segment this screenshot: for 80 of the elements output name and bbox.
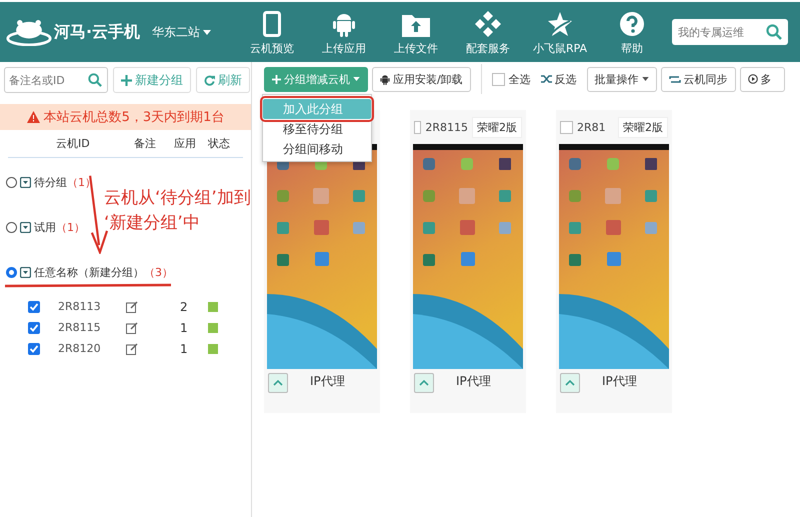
group-name[interactable]: 任意名称（新建分组）（3） — [34, 264, 173, 280]
plus-icon — [272, 74, 281, 84]
diamonds-icon — [475, 11, 501, 37]
model-tag: 荣曜2版 — [618, 116, 668, 138]
install-button[interactable]: 应用安装/卸载 — [372, 66, 471, 92]
column-header: 云机ID — [56, 136, 91, 151]
android-icon — [332, 11, 356, 37]
caret-icon — [642, 77, 649, 81]
column-header: 状态 — [208, 136, 230, 151]
app-count: 1 — [180, 342, 189, 356]
shuffle-icon — [540, 74, 553, 84]
group-name[interactable]: 待分组（1） — [34, 174, 96, 190]
warning-icon — [26, 111, 40, 123]
checkbox[interactable] — [28, 322, 40, 334]
column-header: 备注 — [134, 136, 157, 151]
caret-icon — [353, 77, 360, 81]
search-icon — [766, 24, 782, 40]
radio-button[interactable] — [6, 266, 17, 278]
nav-item[interactable]: 帮助 — [596, 8, 668, 56]
collapse-icon — [20, 266, 31, 278]
help-icon — [619, 11, 645, 37]
sync-icon — [668, 74, 681, 84]
menu-item[interactable]: 分组间移动 — [263, 139, 371, 159]
edit-icon[interactable] — [126, 342, 138, 354]
plus-icon — [121, 74, 132, 86]
nav-item[interactable]: 小飞鼠RPA — [524, 8, 596, 56]
chevron-up-icon — [273, 380, 283, 386]
edit-icon[interactable] — [126, 300, 138, 312]
radio-button[interactable] — [6, 176, 17, 188]
radio-button[interactable] — [6, 222, 17, 232]
phone-icon — [263, 11, 281, 37]
checkbox[interactable] — [560, 120, 573, 134]
phone-id: 2R8120 — [58, 342, 102, 355]
chevron-up-icon — [565, 380, 575, 386]
edit-icon[interactable] — [126, 322, 138, 334]
more-button[interactable]: 多 — [740, 66, 785, 92]
notice-text: 本站云机总数5，3天内到期1台 — [44, 109, 224, 126]
expand-button[interactable] — [414, 373, 434, 393]
play-circle-icon — [748, 74, 758, 84]
nav-item[interactable]: 上传文件 — [380, 8, 452, 56]
ip-proxy-label: IP代理 — [602, 373, 637, 390]
nav-item[interactable]: 配套服务 — [452, 8, 524, 56]
invert-selection-link[interactable]: 反选 — [540, 72, 577, 86]
search-field[interactable]: 我的专属运维 — [672, 19, 788, 45]
expand-button[interactable] — [560, 373, 580, 393]
ip-proxy-label: IP代理 — [310, 373, 345, 390]
nav-item[interactable]: 云机预览 — [236, 8, 308, 56]
phone-id: 2R8115 — [425, 120, 468, 134]
checkbox[interactable] — [28, 342, 40, 354]
search-icon — [88, 73, 102, 87]
app-count: 2 — [180, 300, 189, 314]
chevron-up-icon — [419, 380, 429, 386]
ip-proxy-label: IP代理 — [456, 373, 491, 390]
batch-action-dropdown[interactable]: 批量操作 — [586, 66, 657, 92]
column-header: 应用 — [174, 136, 197, 151]
folder-upload-icon — [402, 13, 430, 37]
brand-name: 河马·云手机 — [54, 22, 140, 42]
refresh-icon — [204, 74, 215, 86]
hippo-logo-icon — [6, 18, 52, 46]
nav-item[interactable]: 上传应用 — [308, 8, 380, 56]
annotation-text: 云机从‘待分组’加到 — [104, 187, 251, 209]
android-icon — [380, 74, 390, 84]
group-name[interactable]: 试用（1） — [34, 220, 85, 234]
sync-button[interactable]: 云机同步 — [660, 66, 736, 92]
menu-item[interactable]: 移至待分组 — [263, 119, 371, 139]
annotation-text: ‘新建分组’中 — [104, 212, 201, 234]
select-all-checkbox[interactable]: 全选 — [492, 72, 531, 86]
phone-id: 2R8115 — [58, 321, 102, 334]
checkbox[interactable] — [28, 300, 40, 312]
collapse-icon — [20, 176, 31, 188]
search-field[interactable]: 备注名或ID — [4, 67, 108, 93]
model-tag: 荣曜2版 — [472, 116, 522, 138]
collapse-icon — [20, 222, 31, 232]
phone-id: 2R8113 — [58, 300, 102, 313]
region-dropdown[interactable]: 华东二站 — [152, 24, 232, 40]
caret-icon — [203, 30, 211, 34]
phone-id: 2R81 — [577, 120, 606, 134]
app-count: 1 — [180, 320, 189, 334]
checkbox[interactable] — [414, 120, 422, 134]
expand-button[interactable] — [268, 373, 288, 393]
